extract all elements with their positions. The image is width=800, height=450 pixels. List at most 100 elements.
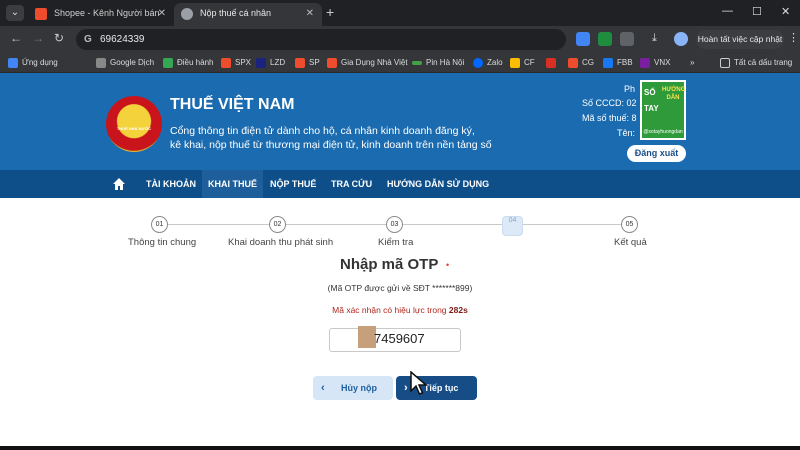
globe-favicon-icon	[181, 8, 193, 20]
otp-input-value: 7459607	[374, 331, 425, 346]
bookmarks-bar: Ứng dụng Google Dịch Điều hành SPX LZD S…	[0, 53, 800, 73]
bookmark-dieu-hanh[interactable]: Điều hành	[163, 56, 213, 70]
nav-account[interactable]: TÀI KHOẢN	[140, 170, 202, 198]
bookmark-sp[interactable]: SP	[295, 56, 320, 70]
required-mark: •	[446, 260, 450, 270]
step-circle-2: 02	[269, 216, 286, 233]
download-icon[interactable]: ⤓	[652, 32, 666, 46]
more-menu-icon[interactable]: ⋮	[788, 31, 799, 44]
tab-tax[interactable]: Nộp thuế cá nhân ✕	[174, 3, 322, 26]
bookmark-pin-ha-noi[interactable]: Pin Hà Nội	[412, 56, 464, 70]
watermark-word: TAY	[644, 104, 659, 113]
close-tab-icon[interactable]: ✕	[306, 3, 314, 24]
battery-icon	[412, 61, 422, 65]
emblem-caption: THUẾ NHÀ NƯỚC	[116, 126, 152, 131]
update-button[interactable]: Hoàn tất việc cập nhật	[696, 30, 784, 49]
bookmark-label: LZD	[270, 58, 286, 67]
bookmark-label: Pin Hà Nội	[426, 58, 465, 67]
bookmark-label: Tất cả dấu trang	[734, 58, 793, 67]
bottom-edge	[0, 446, 800, 450]
cg-icon	[568, 58, 578, 68]
extension-n-icon[interactable]	[598, 32, 612, 46]
tab-title: Shopee - Kênh Người bán	[54, 8, 160, 18]
folder-icon	[720, 58, 730, 68]
step-label-1: Thông tin chung	[128, 237, 197, 248]
reload-icon[interactable]: ↻	[54, 31, 64, 45]
browser-toolbar: ← → ↻ G 69624339 ⤓ Hoàn tất việc cập nhậ…	[0, 26, 800, 53]
bookmark-label: Zalo	[487, 58, 503, 67]
bookmark-label: SPX	[235, 58, 252, 67]
minimize-icon[interactable]: —	[722, 5, 733, 17]
bookmark-label: Gia Dụng Nhà Việt	[341, 58, 408, 67]
tab-shopee[interactable]: Shopee - Kênh Người bán ✕	[28, 3, 174, 26]
bookmark-label: SP	[309, 58, 320, 67]
bookmark-lzd[interactable]: LZD	[256, 56, 285, 70]
back-arrow-icon[interactable]: ←	[10, 31, 22, 45]
cf-icon	[510, 58, 520, 68]
watermark-word: HƯỚNG DẪN	[662, 87, 686, 101]
translate-extension-icon[interactable]	[576, 32, 590, 46]
shopee-icon	[295, 58, 305, 68]
bookmark-label: CG	[582, 58, 594, 67]
continue-button[interactable]: › Tiếp tục	[396, 376, 477, 400]
profile-avatar[interactable]	[674, 32, 688, 46]
bookmark-vnx[interactable]: VNX	[640, 56, 670, 70]
bookmark-gia-dung[interactable]: Gia Dụng Nhà Việt	[327, 56, 408, 70]
bookmark-label: FBB	[617, 58, 633, 67]
close-window-icon[interactable]: ✕	[781, 5, 790, 18]
nav-declare-tax[interactable]: KHAI THUẾ	[202, 170, 263, 198]
fbb-icon	[603, 58, 613, 68]
close-tab-icon[interactable]: ✕	[158, 3, 166, 24]
bookmark-label: Ứng dụng	[22, 58, 58, 67]
shopee-favicon-icon	[35, 8, 47, 20]
bookmark-zalo[interactable]: Zalo	[473, 56, 503, 70]
chevron-right-icon: ›	[404, 382, 408, 394]
tab-title: Nộp thuế cá nhân	[200, 8, 272, 18]
otp-title: Nhập mã OTP	[340, 256, 439, 273]
site-info-icon[interactable]: G	[84, 29, 92, 50]
bookmark-label: VNX	[654, 58, 671, 67]
user-tax-code: Mã số thuế: 8	[582, 113, 637, 123]
address-bar[interactable]: G 69624339	[76, 29, 566, 50]
mail-icon	[546, 58, 556, 68]
new-tab-plus-icon[interactable]: +	[326, 4, 334, 20]
bookmark-fbb[interactable]: FBB	[603, 56, 633, 70]
bookmark-label: CF	[524, 58, 535, 67]
continue-label: Tiếp tục	[424, 383, 459, 393]
otp-sent-note: (Mã OTP được gửi về SĐT *******899)	[327, 283, 473, 293]
home-icon[interactable]	[112, 177, 126, 191]
forward-arrow-icon[interactable]: →	[32, 31, 44, 45]
extensions-puzzle-icon[interactable]	[620, 32, 634, 46]
bookmark-cf[interactable]: CF	[510, 56, 535, 70]
nav-lookup[interactable]: TRA CỨU	[325, 170, 378, 198]
logout-button[interactable]: Đăng xuất	[627, 145, 686, 162]
step-circle-1: 01	[151, 216, 168, 233]
cancel-submission-label: Hủy nộp	[341, 383, 377, 393]
mouse-cursor-icon	[410, 371, 428, 395]
more-bookmarks-chevron-icon[interactable]: »	[690, 56, 694, 70]
step-circle-3: 03	[386, 216, 403, 233]
bookmark-google-translate[interactable]: Google Dịch	[96, 56, 154, 70]
bookmark-all[interactable]: Tất cả dấu trang	[720, 56, 792, 70]
tab-search-chevron-icon[interactable]: ⌄	[6, 5, 24, 21]
zalo-icon	[473, 58, 483, 68]
folder-icon	[96, 58, 106, 68]
cancel-submission-button[interactable]: ‹ Hủy nộp	[313, 376, 393, 400]
site-subtitle-line: Cổng thông tin điện tử dành cho hộ, cá n…	[170, 125, 475, 137]
bookmark-label: Google Dịch	[110, 58, 155, 67]
maximize-icon[interactable]: ☐	[752, 5, 762, 18]
main-navigation: TÀI KHOẢN KHAI THUẾ NỘP THUẾ TRA CỨU HƯỚ…	[0, 170, 800, 198]
apps-grid-icon	[8, 58, 18, 68]
address-text: 69624339	[100, 34, 145, 45]
bookmark-apps[interactable]: Ứng dụng	[8, 56, 58, 70]
otp-validity-text: Mã xác nhận có hiệu lực trong	[332, 305, 447, 315]
nav-pay-tax[interactable]: NỘP THUẾ	[264, 170, 322, 198]
nav-user-guide[interactable]: HƯỚNG DẪN SỬ DỤNG	[381, 170, 495, 198]
watermark-word: SỔ	[644, 88, 656, 97]
shopee-icon	[327, 58, 337, 68]
bookmark-cg[interactable]: CG	[568, 56, 594, 70]
step-label-5: Kết quả	[614, 237, 647, 248]
bookmark-spx[interactable]: SPX	[221, 56, 251, 70]
site-subtitle-line: kê khai, nộp thuế từ thương mại điện tử,…	[170, 139, 492, 151]
spx-icon	[221, 58, 231, 68]
